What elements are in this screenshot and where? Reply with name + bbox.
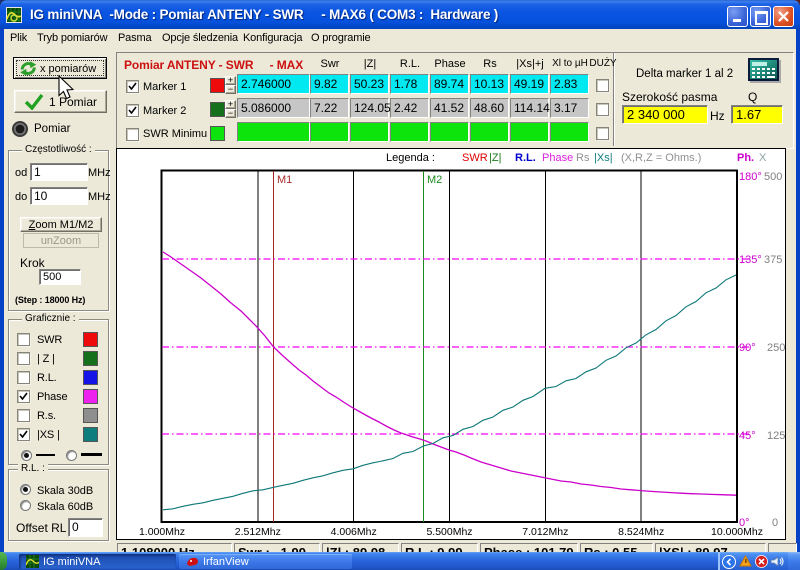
svg-text:375: 375 bbox=[764, 254, 782, 266]
svg-text:R.L.: R.L. bbox=[515, 152, 536, 164]
svg-text:|Z|: |Z| bbox=[489, 152, 501, 164]
svg-text:M1: M1 bbox=[277, 174, 292, 186]
svg-text:Legenda :: Legenda : bbox=[386, 152, 435, 164]
svg-text:8.524Mhz: 8.524Mhz bbox=[618, 526, 664, 538]
svg-text:500: 500 bbox=[764, 171, 782, 183]
svg-text:125: 125 bbox=[767, 430, 785, 442]
svg-text:10.000Mhz: 10.000Mhz bbox=[711, 526, 763, 538]
svg-text:4.006Mhz: 4.006Mhz bbox=[331, 526, 377, 538]
svg-text:250: 250 bbox=[767, 342, 785, 354]
svg-text:Rs: Rs bbox=[576, 152, 590, 164]
svg-text:1.000Mhz: 1.000Mhz bbox=[139, 526, 185, 538]
svg-text:Ph.: Ph. bbox=[737, 152, 754, 164]
svg-text:(X,R,Z = Ohms.): (X,R,Z = Ohms.) bbox=[621, 152, 701, 164]
svg-text:7.012Mhz: 7.012Mhz bbox=[522, 526, 568, 538]
svg-text:2.512Mhz: 2.512Mhz bbox=[235, 526, 281, 538]
svg-text:Phase: Phase bbox=[542, 152, 573, 164]
svg-text:135°: 135° bbox=[739, 254, 762, 266]
svg-text:5.500Mhz: 5.500Mhz bbox=[426, 526, 472, 538]
svg-text:M2: M2 bbox=[427, 174, 442, 186]
svg-text:45°: 45° bbox=[739, 430, 756, 442]
svg-text:180°: 180° bbox=[739, 171, 762, 183]
svg-text:|Xs|: |Xs| bbox=[594, 152, 613, 164]
svg-text:SWR: SWR bbox=[462, 152, 488, 164]
svg-text:0: 0 bbox=[772, 517, 778, 529]
svg-text:X: X bbox=[759, 152, 767, 164]
svg-text:90°: 90° bbox=[739, 342, 756, 354]
